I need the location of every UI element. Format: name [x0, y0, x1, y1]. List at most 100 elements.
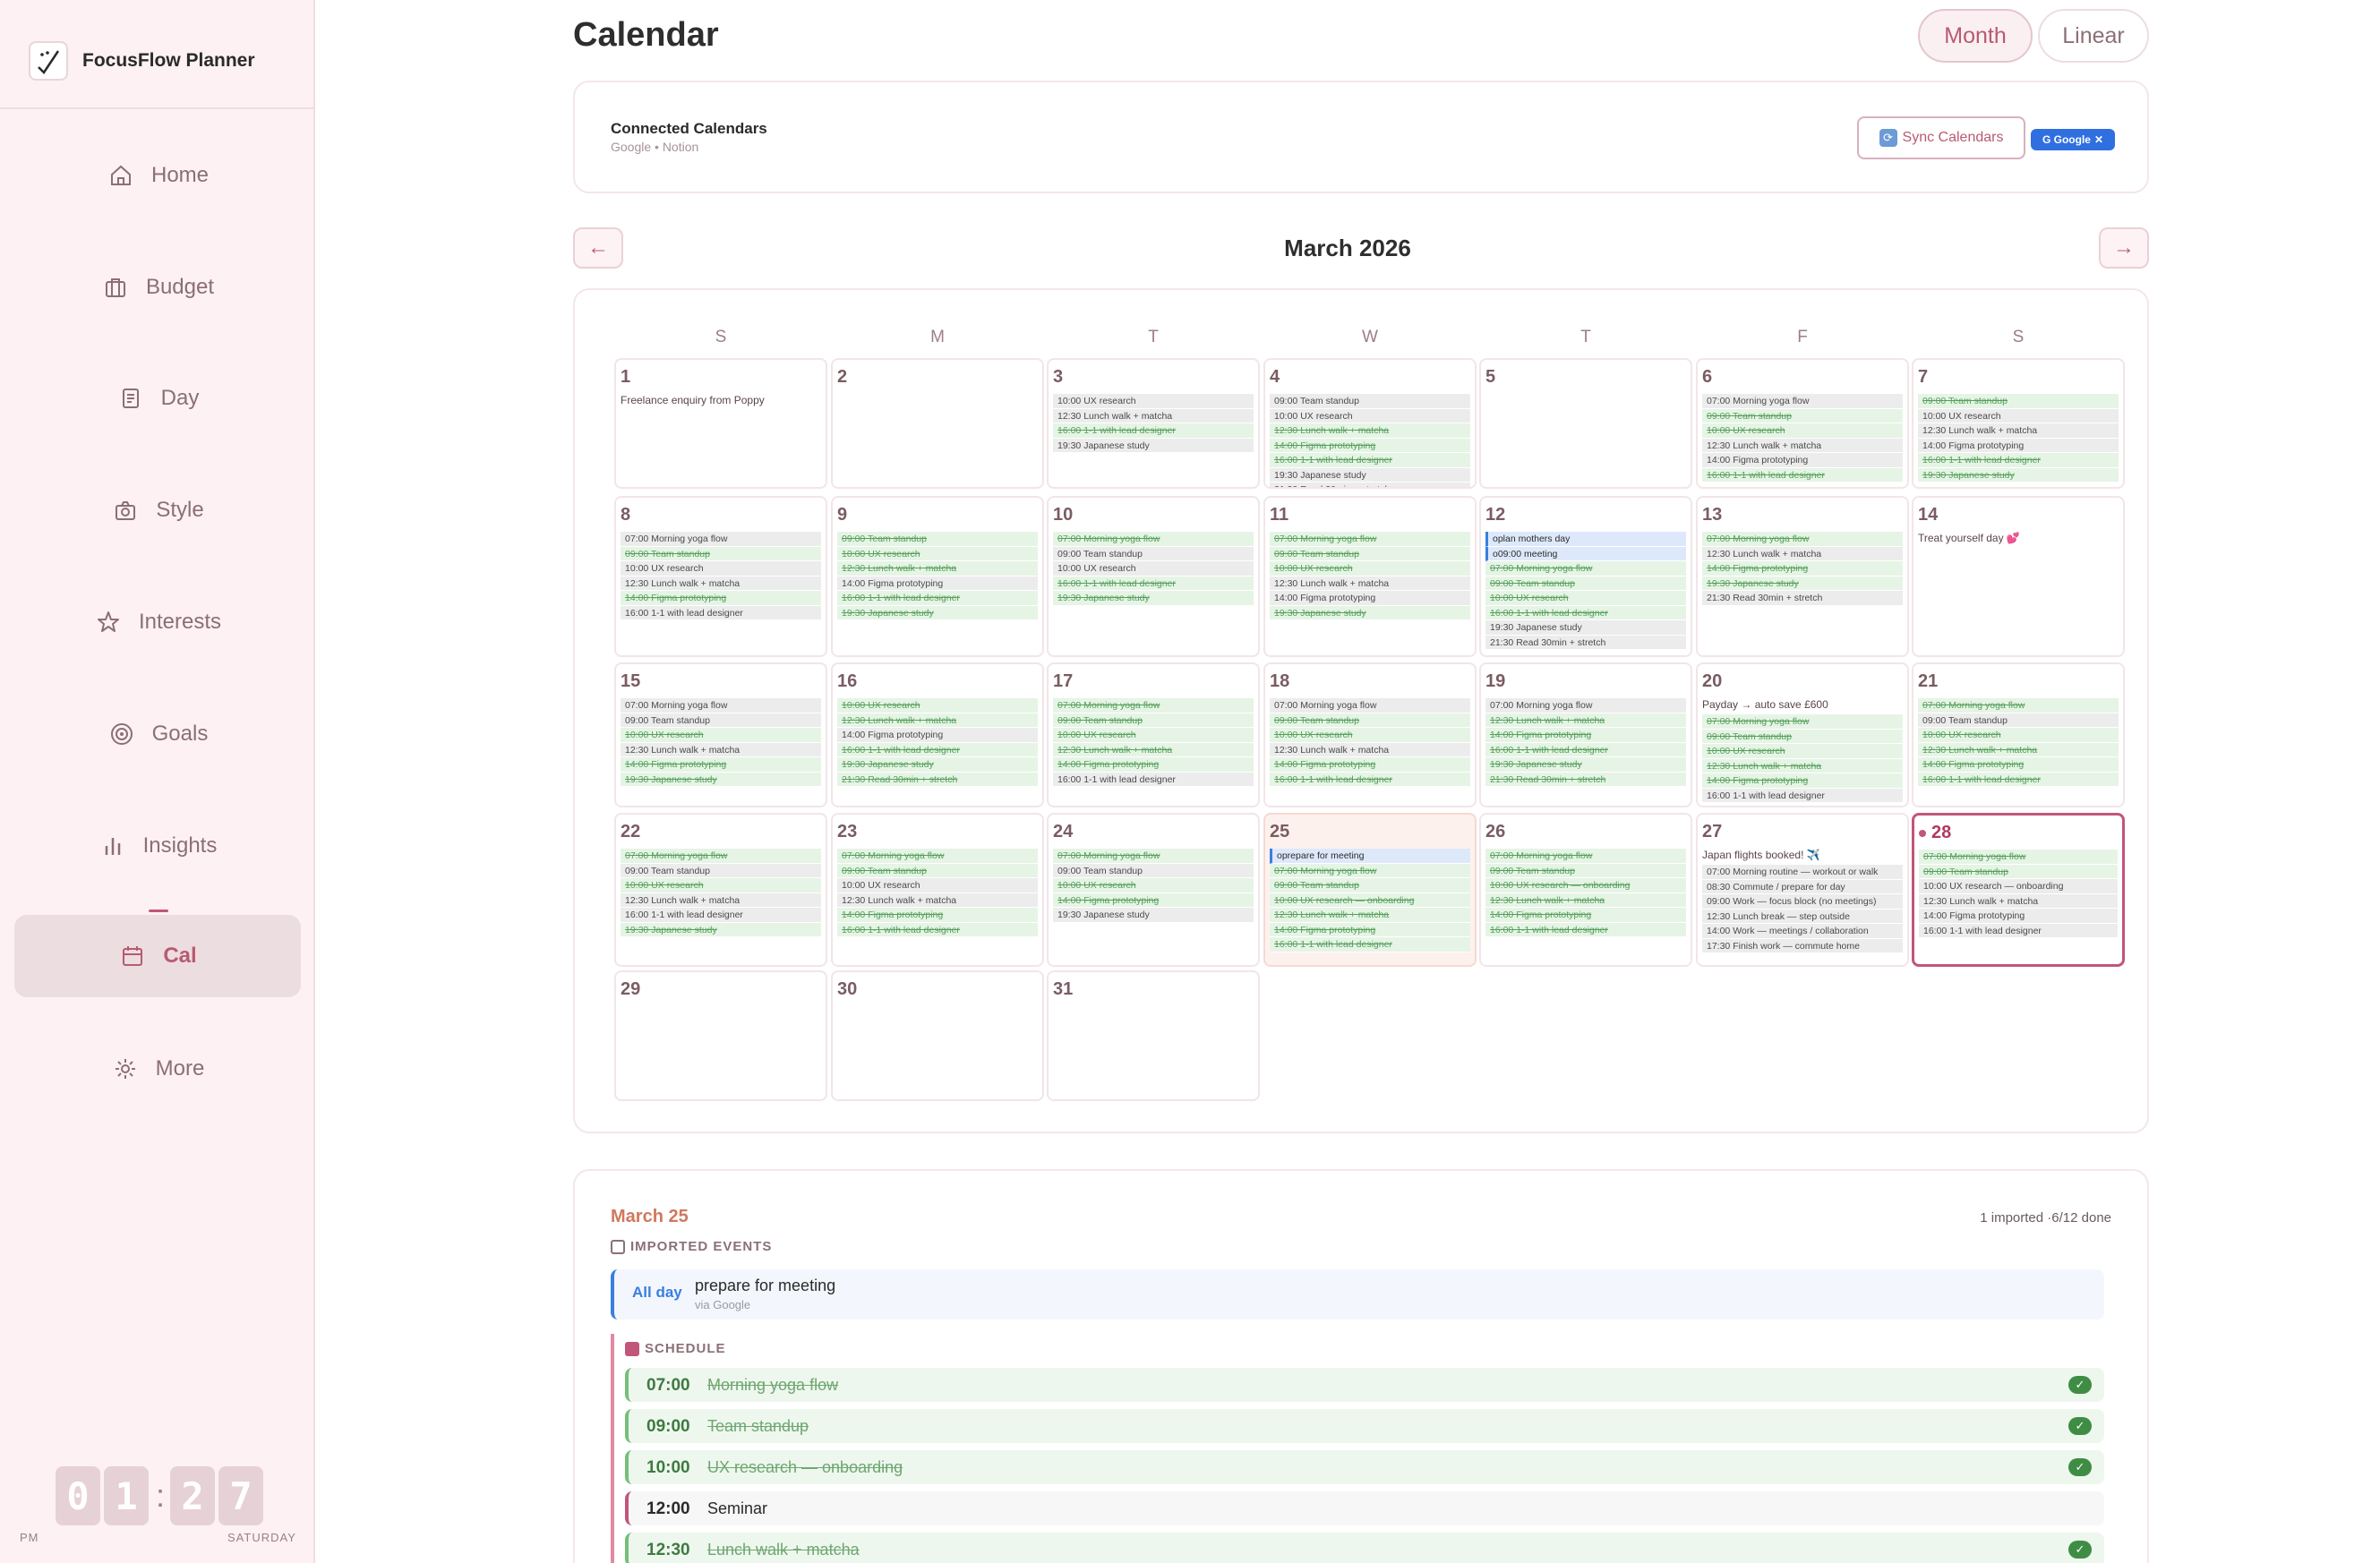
day-cell[interactable]: 4 09:00 Team standup 10:00 UX research 12:3…: [1263, 358, 1477, 489]
day-cell[interactable]: 11 07:00 Morning yoga flow 09:00 Team stan…: [1263, 496, 1477, 657]
event-chip[interactable]: 10:00 UX research: [1918, 728, 2119, 743]
event-chip[interactable]: 14:00 Figma prototyping: [1485, 728, 1686, 743]
event-chip[interactable]: 09:00 Team standup: [1270, 546, 1470, 561]
event-chip[interactable]: 09:00 Team standup: [1702, 408, 1903, 423]
day-cell[interactable]: 23 07:00 Morning yoga flow 09:00 Team stan…: [831, 813, 1044, 967]
nav-item-cal[interactable]: Cal: [14, 915, 301, 997]
event-chip[interactable]: 12:30 Lunch walk + matcha: [1270, 908, 1470, 923]
event-chip[interactable]: 16:00 1-1 with lead designer: [1485, 742, 1686, 757]
event-chip[interactable]: 09:00 Team standup: [1053, 546, 1254, 561]
event-chip[interactable]: 14:00 Figma prototyping: [1918, 438, 2119, 453]
event-chip[interactable]: 21:30 Read 30min + stretch: [1702, 591, 1903, 606]
day-cell[interactable]: 18 07:00 Morning yoga flow 09:00 Team stan…: [1263, 662, 1477, 807]
event-chip[interactable]: 10:00 UX research: [837, 698, 1038, 713]
event-chip[interactable]: 07:00 Morning yoga flow: [1702, 532, 1903, 547]
day-cell[interactable]: 31: [1047, 970, 1260, 1101]
event-chip[interactable]: 16:00 1-1 with lead designer: [837, 591, 1038, 606]
nav-item-style[interactable]: Style: [14, 469, 301, 551]
event-chip[interactable]: 14:00 Figma prototyping: [1702, 561, 1903, 577]
event-chip[interactable]: 14:00 Figma prototyping: [1270, 438, 1470, 453]
event-chip[interactable]: 21:30 Read 30min + stretch: [837, 772, 1038, 787]
event-chip[interactable]: 19:30 Japanese study: [1053, 591, 1254, 606]
event-chip[interactable]: 12:30 Lunch walk + matcha: [1053, 408, 1254, 423]
event-chip[interactable]: 19:30 Japanese study: [1270, 467, 1470, 483]
event-chip[interactable]: 19:30 Japanese study: [837, 757, 1038, 773]
event-chip[interactable]: 09:00 Team standup: [1270, 394, 1470, 409]
prev-month-button[interactable]: ←: [573, 227, 623, 269]
event-chip[interactable]: 12:30 Lunch walk + matcha: [1918, 423, 2119, 439]
event-chip[interactable]: 10:00 UX research: [621, 728, 821, 743]
event-chip[interactable]: 09:00 Team standup: [1702, 729, 1903, 744]
event-chip[interactable]: 19:30 Japanese study: [837, 605, 1038, 620]
event-chip[interactable]: 10:00 UX research: [1702, 744, 1903, 759]
event-chip[interactable]: 14:00 Figma prototyping: [1053, 893, 1254, 908]
event-chip[interactable]: 12:30 Lunch walk + matcha: [837, 561, 1038, 577]
google-badge[interactable]: G Google ✕: [2031, 129, 2115, 150]
event-chip[interactable]: 07:00 Morning yoga flow: [837, 849, 1038, 864]
event-chip[interactable]: 07:00 Morning yoga flow: [1053, 698, 1254, 713]
event-chip[interactable]: 07:00 Morning yoga flow: [1270, 863, 1470, 878]
event-chip[interactable]: 10:00 UX research: [837, 546, 1038, 561]
event-chip[interactable]: 09:00 Team standup: [1485, 863, 1686, 878]
day-cell[interactable]: 27 Japan flights booked! ✈️ 07:00 Morning …: [1696, 813, 1909, 967]
event-chip[interactable]: 14:00 Figma prototyping: [837, 576, 1038, 591]
day-cell[interactable]: 13 07:00 Morning yoga flow 12:30 Lunch wal…: [1696, 496, 1909, 657]
view-month-button[interactable]: Month: [1918, 9, 2033, 63]
event-chip[interactable]: 07:00 Morning yoga flow: [1053, 532, 1254, 547]
day-cell[interactable]: 19 07:00 Morning yoga flow 12:30 Lunch wal…: [1479, 662, 1692, 807]
event-chip[interactable]: 19:30 Japanese study: [1270, 605, 1470, 620]
event-chip[interactable]: 12:30 Lunch walk + matcha: [1702, 438, 1903, 453]
event-chip[interactable]: 12:30 Lunch walk + matcha: [1702, 758, 1903, 773]
nav-item-budget[interactable]: Budget: [14, 246, 301, 329]
allday-event[interactable]: All day prepare for meeting via Google: [611, 1269, 2104, 1320]
day-cell[interactable]: 28 07:00 Morning yoga flow 09:00 Team stan…: [1912, 813, 2125, 967]
event-chip[interactable]: 09:00 Team standup: [621, 713, 821, 728]
event-chip[interactable]: 12:30 Lunch walk + matcha: [621, 576, 821, 591]
event-chip[interactable]: 10:00 UX research: [1270, 561, 1470, 577]
event-chip[interactable]: 14:00 Figma prototyping: [1919, 909, 2118, 924]
event-chip[interactable]: 16:00 1-1 with lead designer: [1485, 605, 1686, 620]
event-chip[interactable]: 10:00 UX research: [1053, 878, 1254, 893]
event-chip[interactable]: 14:00 Work — meetings / collaboration: [1702, 924, 1903, 939]
day-cell[interactable]: 25 oprepare for meeting 07:00 Morning yoga…: [1263, 813, 1477, 967]
event-chip[interactable]: 12:30 Lunch walk + matcha: [1919, 893, 2118, 909]
day-cell[interactable]: 24 07:00 Morning yoga flow 09:00 Team stan…: [1047, 813, 1260, 967]
next-month-button[interactable]: →: [2099, 227, 2149, 269]
day-cell[interactable]: 17 07:00 Morning yoga flow 09:00 Team stan…: [1047, 662, 1260, 807]
event-chip[interactable]: 19:30 Japanese study: [621, 922, 821, 937]
event-chip[interactable]: 07:00 Morning yoga flow: [1270, 532, 1470, 547]
event-chip[interactable]: 19:30 Japanese study: [621, 772, 821, 787]
event-chip[interactable]: 09:00 Team standup: [1270, 713, 1470, 728]
day-cell[interactable]: 15 07:00 Morning yoga flow 09:00 Team stan…: [614, 662, 827, 807]
day-cell[interactable]: 20 Payday → auto save £600 07:00 Morning y…: [1696, 662, 1909, 807]
event-chip[interactable]: 16:00 1-1 with lead designer: [621, 908, 821, 923]
day-cell[interactable]: 30: [831, 970, 1044, 1101]
nav-item-more[interactable]: More: [14, 1028, 301, 1110]
event-chip[interactable]: 10:00 UX research — onboarding: [1919, 879, 2118, 894]
event-chip[interactable]: 12:30 Lunch walk + matcha: [1702, 546, 1903, 561]
event-chip[interactable]: 14:00 Figma prototyping: [837, 728, 1038, 743]
day-cell[interactable]: 10 07:00 Morning yoga flow 09:00 Team stan…: [1047, 496, 1260, 657]
event-chip[interactable]: 10:00 UX research: [1053, 394, 1254, 409]
event-chip[interactable]: 10:00 UX research: [1053, 561, 1254, 577]
day-cell[interactable]: 12 oplan mothers day o09:00 meeting 07:00 M…: [1479, 496, 1692, 657]
day-cell[interactable]: 2: [831, 358, 1044, 489]
day-cell[interactable]: 22 07:00 Morning yoga flow 09:00 Team stan…: [614, 813, 827, 967]
day-cell[interactable]: 3 10:00 UX research 12:30 Lunch walk + mat…: [1047, 358, 1260, 489]
event-chip[interactable]: 12:30 Lunch walk + matcha: [837, 713, 1038, 728]
day-cell[interactable]: 9 09:00 Team standup 10:00 UX research 12:3…: [831, 496, 1044, 657]
event-chip[interactable]: 17:30 Finish work — commute home: [1702, 938, 1903, 953]
event-chip[interactable]: 10:00 UX research: [1270, 408, 1470, 423]
event-chip[interactable]: 09:00 Team standup: [621, 546, 821, 561]
event-chip[interactable]: 16:00 1-1 with lead designer: [1053, 772, 1254, 787]
event-chip[interactable]: 10:00 UX research: [1053, 728, 1254, 743]
event-chip[interactable]: 16:00 1-1 with lead designer: [1919, 923, 2118, 938]
sync-calendars-button[interactable]: ⟳ Sync Calendars: [1857, 116, 2025, 159]
event-chip[interactable]: 09:00 Team standup: [1485, 576, 1686, 591]
nav-item-day[interactable]: Day: [14, 357, 301, 440]
event-chip[interactable]: 21:30 Read 30min + stretch: [1485, 772, 1686, 787]
day-cell[interactable]: 14 Treat yourself day 💕: [1912, 496, 2125, 657]
nav-item-interests[interactable]: Interests: [14, 581, 301, 663]
event-chip[interactable]: 14:00 Figma prototyping: [1702, 453, 1903, 468]
event-chip[interactable]: 07:00 Morning yoga flow: [1485, 561, 1686, 577]
